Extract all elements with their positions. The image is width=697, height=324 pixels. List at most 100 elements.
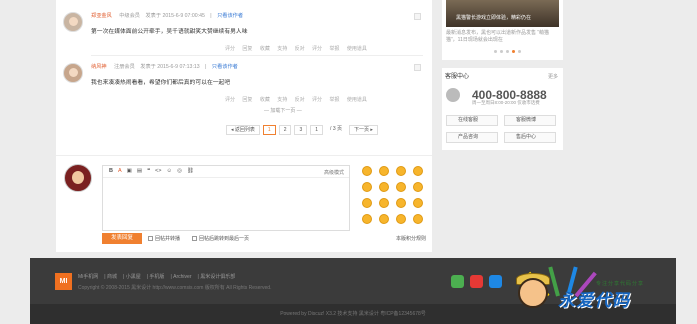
op-reply[interactable]: 回复 [242, 97, 252, 103]
post-meta: 纳风神 注册会员 发表于 2015-6-9 07:13:13 | 只看该作者 [91, 64, 238, 70]
smiley-icon[interactable] [379, 166, 389, 176]
smiley-icon[interactable]: ☺ [166, 168, 172, 175]
bold-icon[interactable]: B [109, 168, 113, 175]
watermark-title: 永爱代码 [558, 291, 630, 310]
smiley-icon[interactable] [396, 166, 406, 176]
product-consult-button[interactable]: 产品咨询 [446, 132, 498, 143]
page-1[interactable]: 1 [262, 125, 276, 135]
weibo-icon[interactable] [470, 275, 483, 288]
edit-icon[interactable] [414, 64, 421, 71]
avatar[interactable] [63, 63, 83, 83]
pagination: ◂ 返回列表 1 2 3 1 / 3 页 下一页 ▸ [226, 125, 378, 135]
smiley-icon[interactable] [379, 182, 389, 192]
smiley-icon[interactable] [362, 182, 372, 192]
wechat-icon[interactable] [451, 275, 464, 288]
advanced-mode-link[interactable]: 高级模式 [324, 169, 344, 176]
op-rate[interactable]: 评分 [225, 46, 235, 52]
code-icon[interactable]: <> [155, 168, 161, 175]
image-icon[interactable]: ▣ [127, 168, 132, 175]
post-author[interactable]: 纳风神 [91, 64, 107, 70]
service-weibo-button[interactable]: 客服微博 [504, 115, 556, 126]
page-2[interactable]: 2 [278, 125, 292, 135]
view-author-link[interactable]: 只看该作者 [217, 13, 243, 19]
footer-link[interactable]: 手机版 [149, 274, 164, 280]
rules-link[interactable]: 本版积分规则 [396, 235, 426, 242]
view-author-link[interactable]: 只看该作者 [212, 64, 238, 70]
link-icon[interactable]: ⛓ [187, 168, 194, 175]
smiley-icon[interactable] [362, 166, 372, 176]
editor-toolbar: B A ▣ ▤ ❝ <> ☺ ◎ ⛓ [103, 166, 349, 178]
smiley-icon[interactable] [413, 166, 423, 176]
footer-link[interactable]: 小黑屋 [126, 274, 141, 280]
carousel-dot[interactable] [506, 50, 509, 53]
page-3[interactable]: 3 [294, 125, 308, 135]
at-icon[interactable]: ◎ [177, 168, 182, 175]
post-text: 第一次在媒体面前公开牵手，吴千语就甜笑大赞继续有男人味 [91, 29, 248, 35]
avatar[interactable] [63, 12, 83, 32]
font-color-icon[interactable]: A [118, 168, 122, 175]
carousel-dot[interactable] [512, 50, 515, 53]
op-support[interactable]: 支持 [277, 97, 287, 103]
footer-link[interactable]: Mi手机网 [78, 274, 98, 280]
repost-checkbox[interactable]: 回帖并转播 [148, 235, 180, 242]
banner-caption[interactable]: 最新消息发布，黑也可以出道新作品发售 “萌猫猫”，11日现场就会出现在 [446, 30, 559, 44]
smiley-icon[interactable] [396, 182, 406, 192]
post-text: 我也来凑凑热闹看看，希望你们都后真的可以在一起吧 [91, 80, 231, 86]
smiley-icon[interactable] [396, 214, 406, 224]
load-more-button[interactable]: — 加载下一页 — [264, 107, 302, 114]
smiley-icon[interactable] [379, 214, 389, 224]
thread-panel: 郑亚金风 中级会员 发表于 2015-6-9 07:00:45 | 只看该作者 … [56, 0, 432, 252]
online-service-button[interactable]: 在线客服 [446, 115, 498, 126]
after-sales-button[interactable]: 售后中心 [504, 132, 556, 143]
attach-icon[interactable]: ▤ [137, 168, 142, 175]
op-reply[interactable]: 回复 [242, 46, 252, 52]
quote-icon[interactable]: ❝ [147, 168, 150, 175]
service-hours: 周一至周日8:00-20:00 仅收市话费 [472, 100, 540, 105]
op-favorite[interactable]: 收藏 [260, 97, 270, 103]
smiley-icon[interactable] [413, 198, 423, 208]
banner-image[interactable]: 黑猫警长游戏立即体验，精彩仍在 [446, 0, 559, 27]
carousel-dot[interactable] [500, 50, 503, 53]
page-input[interactable]: 1 [310, 125, 324, 135]
reply-editor[interactable]: B A ▣ ▤ ❝ <> ☺ ◎ ⛓ 高级模式 [102, 165, 350, 231]
op-oppose[interactable]: 反对 [295, 46, 305, 52]
smiley-icon[interactable] [413, 182, 423, 192]
post-author[interactable]: 郑亚金风 [91, 13, 112, 19]
jump-last-checkbox[interactable]: 回帖后跳转到最后一页 [192, 235, 249, 242]
footer-link[interactable]: 商城 [107, 274, 117, 280]
footer-link[interactable]: Archiver [173, 274, 191, 280]
op-rate[interactable]: 评分 [225, 97, 235, 103]
user-level: 注册会员 [114, 64, 135, 70]
service-title: 客服中心 [445, 74, 470, 80]
post-ops: 评分 回复 收藏 支持 反对 评分 举报 使用道具 [225, 45, 373, 52]
smiley-icon[interactable] [362, 198, 372, 208]
back-to-list-button[interactable]: ◂ 返回列表 [226, 125, 260, 135]
op-favorite[interactable]: 收藏 [260, 46, 270, 52]
character-face-icon [518, 278, 548, 308]
smiley-icon[interactable] [362, 214, 372, 224]
smiley-icon[interactable] [413, 214, 423, 224]
site-logo[interactable]: MI [55, 273, 72, 290]
post-time: 发表于 2015-6-9 07:00:45 [145, 13, 205, 19]
op-report[interactable]: 举报 [329, 97, 339, 103]
op-props[interactable]: 使用道具 [347, 46, 367, 52]
op-rate-2[interactable]: 评分 [312, 97, 322, 103]
edit-icon[interactable] [414, 13, 421, 20]
qzone-icon[interactable] [489, 275, 502, 288]
sidebar-banner-card: 黑猫警长游戏立即体验，精彩仍在 最新消息发布，黑也可以出道新作品发售 “萌猫猫”… [442, 0, 563, 60]
carousel-dot[interactable] [518, 50, 521, 53]
op-support[interactable]: 支持 [277, 46, 287, 52]
op-rate-2[interactable]: 评分 [312, 46, 322, 52]
next-page-button[interactable]: 下一页 ▸ [349, 125, 378, 135]
op-report[interactable]: 举报 [329, 46, 339, 52]
smiley-icon[interactable] [379, 198, 389, 208]
op-props[interactable]: 使用道具 [347, 97, 367, 103]
smiley-grid [362, 166, 423, 224]
op-oppose[interactable]: 反对 [295, 97, 305, 103]
carousel-dot[interactable] [494, 50, 497, 53]
footer-link[interactable]: 黑米设计俱乐部 [200, 274, 235, 280]
smiley-icon[interactable] [396, 198, 406, 208]
submit-reply-button[interactable]: 发表回复 [102, 233, 142, 244]
footer-links: Mi手机网 | 商城 | 小黑屋 | 手机版 | Archiver | 黑米设计俱乐部 [78, 274, 236, 280]
service-more-link[interactable]: 更多 [548, 73, 558, 80]
